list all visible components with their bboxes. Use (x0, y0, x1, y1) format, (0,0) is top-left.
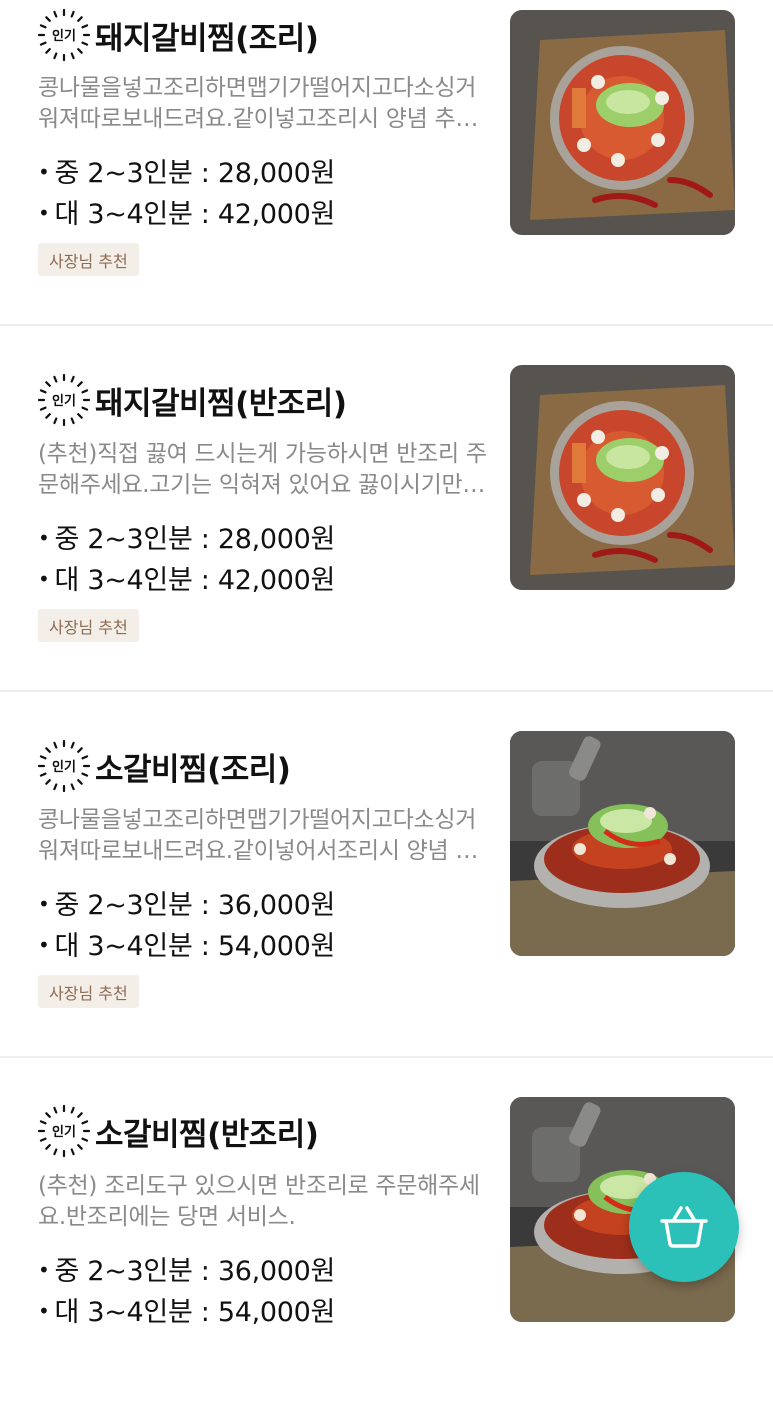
owner-recommend-tag: 사장님 추천 (38, 975, 139, 1008)
price-medium: • 중 2~3인분 : 36,000원 (38, 1256, 336, 1287)
price-medium-text: 중 2~3인분 : 28,000원 (54, 524, 336, 555)
menu-item-title-row: 인기 돼지갈비찜(조리) (37, 8, 319, 62)
price-large: • 대 3~4인분 : 42,000원 (38, 199, 336, 230)
popular-badge-label: 인기 (52, 393, 76, 409)
menu-item-title-row: 인기 돼지갈비찜(반조리) (37, 373, 347, 427)
basket-icon (660, 1206, 708, 1248)
popular-badge-label: 인기 (52, 759, 76, 775)
price-medium-text: 중 2~3인분 : 36,000원 (54, 1256, 336, 1287)
menu-item[interactable]: 인기 소갈비찜(조리) 콩나물을넣고조리하면맵기가떨어지고다소싱거워져따로보내드… (0, 692, 773, 1057)
menu-item-name: 돼지갈비찜(조리) (95, 20, 319, 57)
beef-ribs-stew-photo (510, 731, 735, 956)
menu-item-description: 콩나물을넣고조리하면맵기가떨어지고다소싱거워져따로보내드려요.같이넣어서조리시 … (38, 807, 477, 864)
price-large-text: 대 3~4인분 : 54,000원 (54, 931, 336, 962)
price-large: • 대 3~4인분 : 42,000원 (38, 565, 336, 596)
popular-badge-icon: 인기 (37, 739, 91, 793)
popular-badge-icon: 인기 (37, 373, 91, 427)
price-large-text: 대 3~4인분 : 42,000원 (54, 565, 336, 596)
pork-ribs-stew-photo (510, 10, 735, 235)
price-medium: • 중 2~3인분 : 36,000원 (38, 890, 336, 921)
menu-item-description: (추천) 조리도구 있으시면 반조리로 주문해주세요.반조리에는 당면 서비스. (38, 1173, 480, 1230)
menu-item-name: 소갈비찜(조리) (95, 751, 291, 788)
price-large-text: 대 3~4인분 : 42,000원 (54, 199, 336, 230)
price-medium-text: 중 2~3인분 : 28,000원 (54, 158, 336, 189)
price-medium-text: 중 2~3인분 : 36,000원 (54, 890, 336, 921)
price-medium: • 중 2~3인분 : 28,000원 (38, 524, 336, 555)
menu-item[interactable]: 인기 돼지갈비찜(반조리) (추천)직접 끓여 드시는게 가능하시면 반조리 주… (0, 326, 773, 691)
popular-badge-icon: 인기 (37, 1104, 91, 1158)
menu-item-name: 소갈비찜(반조리) (95, 1116, 319, 1153)
price-medium: • 중 2~3인분 : 28,000원 (38, 158, 336, 189)
price-large: • 대 3~4인분 : 54,000원 (38, 931, 336, 962)
price-large-text: 대 3~4인분 : 54,000원 (54, 1297, 336, 1328)
popular-badge-icon: 인기 (37, 8, 91, 62)
menu-item-title-row: 인기 소갈비찜(조리) (37, 739, 291, 793)
menu-item-title-row: 인기 소갈비찜(반조리) (37, 1104, 319, 1158)
pork-ribs-stew-photo (510, 365, 735, 590)
owner-recommend-tag: 사장님 추천 (38, 243, 139, 276)
owner-recommend-tag: 사장님 추천 (38, 609, 139, 642)
menu-item-description: 콩나물을넣고조리하면맵기가떨어지고다소싱거워져따로보내드려요.같이넣고조리시 양… (38, 75, 477, 132)
popular-badge-label: 인기 (52, 28, 76, 44)
popular-badge-label: 인기 (52, 1124, 76, 1140)
menu-item-description: (추천)직접 끓여 드시는게 가능하시면 반조리 주문해주세요.고기는 익혀져 … (38, 441, 487, 498)
cart-button[interactable] (629, 1172, 739, 1282)
menu-item[interactable]: 인기 돼지갈비찜(조리) 콩나물을넣고조리하면맵기가떨어지고다소싱거워져따로보내… (0, 0, 773, 325)
price-large: • 대 3~4인분 : 54,000원 (38, 1297, 336, 1328)
menu-item-name: 돼지갈비찜(반조리) (95, 385, 347, 422)
